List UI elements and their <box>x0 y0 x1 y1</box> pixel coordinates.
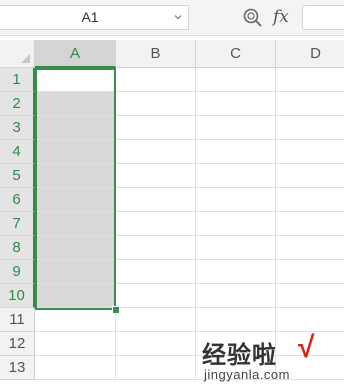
cell-a10[interactable] <box>35 284 116 308</box>
watermark: 经验啦 √ jingyanla.com <box>200 331 340 389</box>
cell-c4[interactable] <box>196 140 276 164</box>
cell-a13[interactable] <box>35 356 116 380</box>
row-header-12[interactable]: 12 <box>0 332 35 356</box>
cell-c7[interactable] <box>196 212 276 236</box>
formula-bar: A1 fx <box>0 0 344 36</box>
cell-c10[interactable] <box>196 284 276 308</box>
name-box-value: A1 <box>81 9 99 25</box>
cell-d7[interactable] <box>276 212 344 236</box>
row-header-10[interactable]: 10 <box>0 284 35 308</box>
cell-d8[interactable] <box>276 236 344 260</box>
cell-a5[interactable] <box>35 164 116 188</box>
cell-c6[interactable] <box>196 188 276 212</box>
row-header-1[interactable]: 1 <box>0 68 35 92</box>
row-header-3[interactable]: 3 <box>0 116 35 140</box>
column-header-d[interactable]: D <box>276 40 344 68</box>
cell-b12[interactable] <box>116 332 196 356</box>
cell-c5[interactable] <box>196 164 276 188</box>
cell-d6[interactable] <box>276 188 344 212</box>
row-header-2[interactable]: 2 <box>0 92 35 116</box>
select-all-corner[interactable] <box>0 40 35 68</box>
chevron-down-icon[interactable] <box>174 13 182 21</box>
row-header-5[interactable]: 5 <box>0 164 35 188</box>
cell-c9[interactable] <box>196 260 276 284</box>
row-header-13[interactable]: 13 <box>0 356 35 380</box>
fx-icon[interactable]: fx <box>273 5 297 29</box>
cell-d11[interactable] <box>276 308 344 332</box>
cell-b10[interactable] <box>116 284 196 308</box>
cell-a3[interactable] <box>35 116 116 140</box>
column-header-a[interactable]: A <box>35 40 116 68</box>
row-header-11[interactable]: 11 <box>0 308 35 332</box>
row-header-7[interactable]: 7 <box>0 212 35 236</box>
cell-b3[interactable] <box>116 116 196 140</box>
cell-c1[interactable] <box>196 68 276 92</box>
cell-d4[interactable] <box>276 140 344 164</box>
cell-a12[interactable] <box>35 332 116 356</box>
cell-b1[interactable] <box>116 68 196 92</box>
cell-a1[interactable] <box>35 68 116 92</box>
watermark-title: 经验啦 <box>202 341 277 369</box>
cell-b8[interactable] <box>116 236 196 260</box>
column-header-c[interactable]: C <box>196 40 276 68</box>
select-all-icon <box>21 54 30 63</box>
cell-c2[interactable] <box>196 92 276 116</box>
cell-a4[interactable] <box>35 140 116 164</box>
cell-a2[interactable] <box>35 92 116 116</box>
cell-a8[interactable] <box>35 236 116 260</box>
cell-b7[interactable] <box>116 212 196 236</box>
formula-input[interactable] <box>302 5 344 30</box>
row-header-6[interactable]: 6 <box>0 188 35 212</box>
row-header-4[interactable]: 4 <box>0 140 35 164</box>
cell-a9[interactable] <box>35 260 116 284</box>
cell-d5[interactable] <box>276 164 344 188</box>
column-header-b[interactable]: B <box>116 40 196 68</box>
cell-c11[interactable] <box>196 308 276 332</box>
cell-d2[interactable] <box>276 92 344 116</box>
cell-d9[interactable] <box>276 260 344 284</box>
name-box[interactable]: A1 <box>0 5 189 30</box>
cell-a11[interactable] <box>35 308 116 332</box>
cell-d1[interactable] <box>276 68 344 92</box>
fill-handle[interactable] <box>112 306 120 314</box>
watermark-url: jingyanla.com <box>204 367 290 382</box>
row-header-8[interactable]: 8 <box>0 236 35 260</box>
cell-a6[interactable] <box>35 188 116 212</box>
cell-b11[interactable] <box>116 308 196 332</box>
cell-b13[interactable] <box>116 356 196 380</box>
cell-d3[interactable] <box>276 116 344 140</box>
cell-a7[interactable] <box>35 212 116 236</box>
cell-b9[interactable] <box>116 260 196 284</box>
cell-c3[interactable] <box>196 116 276 140</box>
cell-b5[interactable] <box>116 164 196 188</box>
cell-d10[interactable] <box>276 284 344 308</box>
check-icon: √ <box>298 331 315 364</box>
cell-b6[interactable] <box>116 188 196 212</box>
cell-c8[interactable] <box>196 236 276 260</box>
magnify-icon[interactable] <box>242 7 264 29</box>
cell-b4[interactable] <box>116 140 196 164</box>
cell-b2[interactable] <box>116 92 196 116</box>
row-header-9[interactable]: 9 <box>0 260 35 284</box>
